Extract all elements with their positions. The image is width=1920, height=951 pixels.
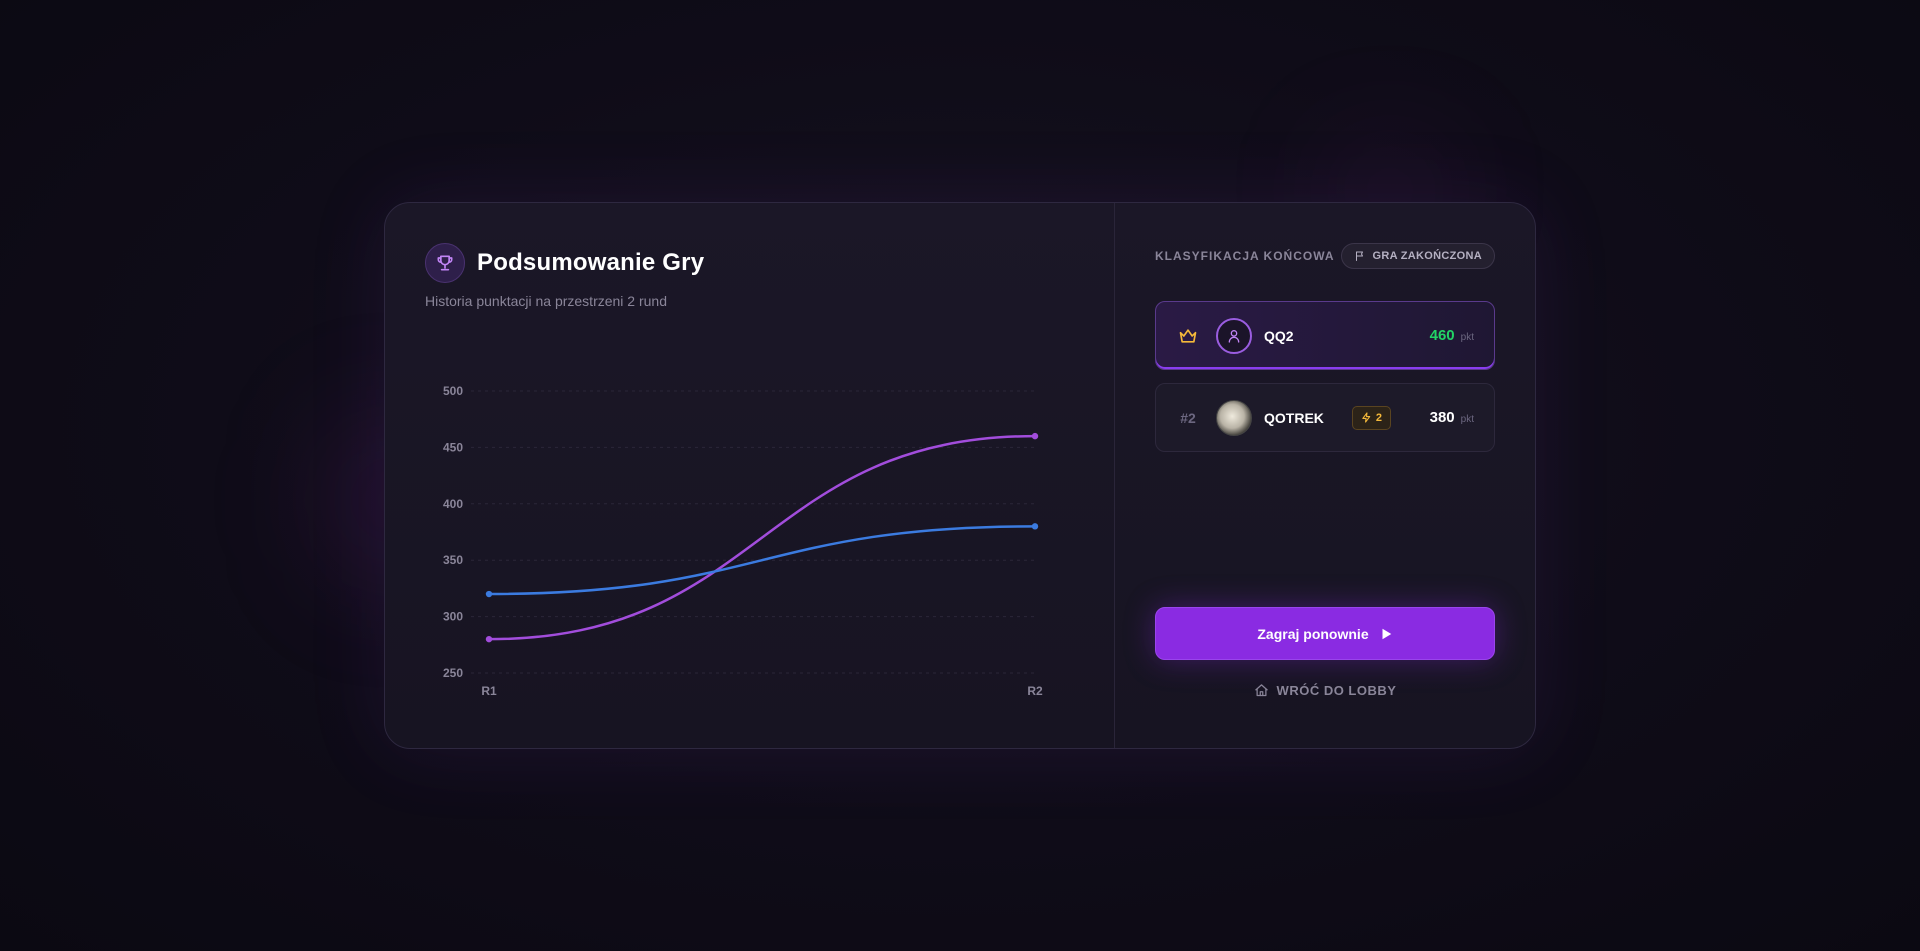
data-point: [1031, 432, 1039, 440]
y-tick-label: 350: [443, 553, 463, 567]
play-again-button[interactable]: Zagraj ponownie: [1155, 607, 1495, 660]
streak-badge: 2: [1351, 405, 1392, 430]
play-again-label: Zagraj ponownie: [1257, 625, 1369, 642]
summary-header: Podsumowanie Gry: [425, 243, 704, 283]
standings-label: KLASYFIKACJA KOŃCOWA: [1155, 249, 1335, 263]
data-point: [485, 590, 493, 598]
streak-count: 2: [1375, 411, 1383, 424]
y-tick-label: 400: [443, 497, 463, 511]
player-row: #2 QOTREK 2 380 pkt: [1155, 383, 1495, 452]
score-unit: pkt: [1460, 414, 1474, 425]
y-tick-label: 300: [443, 610, 463, 624]
page-subtitle: Historia punktacji na przestrzeni 2 rund: [425, 293, 668, 309]
player-score: 380 pkt: [1430, 409, 1474, 426]
data-point: [485, 635, 493, 643]
score-value: 460: [1429, 327, 1455, 344]
rank-number: #2: [1180, 409, 1196, 426]
page-title: Podsumowanie Gry: [477, 249, 705, 276]
x-tick-label: R2: [1027, 684, 1043, 698]
back-to-lobby-link[interactable]: WRÓĆ DO LOBBY: [1155, 683, 1495, 698]
player-score: 460 pkt: [1430, 327, 1474, 344]
trophy-icon: [425, 243, 465, 283]
status-badge: GRA ZAKOŃCZONA: [1341, 243, 1495, 269]
standings-panel: KLASYFIKACJA KOŃCOWA GRA ZAKOŃCZONA QQ2 …: [1115, 203, 1535, 748]
x-tick-label: R1: [481, 684, 497, 698]
player-name: QQ2: [1264, 327, 1294, 344]
game-summary-card: Podsumowanie Gry Historia punktacji na p…: [384, 202, 1536, 749]
avatar: [1216, 399, 1252, 436]
y-tick-label: 450: [443, 440, 463, 454]
score-unit: pkt: [1460, 332, 1474, 343]
avatar: [1216, 317, 1252, 354]
lightning-icon: [1362, 412, 1371, 423]
user-icon: [1228, 329, 1240, 343]
y-tick-label: 250: [443, 666, 463, 680]
score-history-chart: 500 450 400 350 300 250 R1 R2: [425, 368, 1065, 713]
y-tick-label: 500: [443, 384, 463, 398]
data-point: [1031, 523, 1039, 530]
standings-header: KLASYFIKACJA KOŃCOWA GRA ZAKOŃCZONA: [1155, 243, 1495, 269]
status-text: GRA ZAKOŃCZONA: [1372, 250, 1482, 262]
back-to-lobby-label: WRÓĆ DO LOBBY: [1276, 683, 1397, 698]
home-icon: [1254, 684, 1268, 697]
score-value: 380: [1429, 409, 1455, 426]
series-line: [487, 434, 1037, 641]
crown-icon: [1176, 326, 1200, 346]
player-name: QOTREK: [1264, 409, 1324, 426]
flag-icon: [1356, 251, 1364, 261]
player-row: QQ2 460 pkt: [1155, 301, 1495, 370]
play-icon: [1382, 628, 1391, 639]
chart-svg: 500 450 400 350 300 250 R1 R2: [443, 384, 1043, 698]
summary-panel: Podsumowanie Gry Historia punktacji na p…: [385, 203, 1115, 748]
